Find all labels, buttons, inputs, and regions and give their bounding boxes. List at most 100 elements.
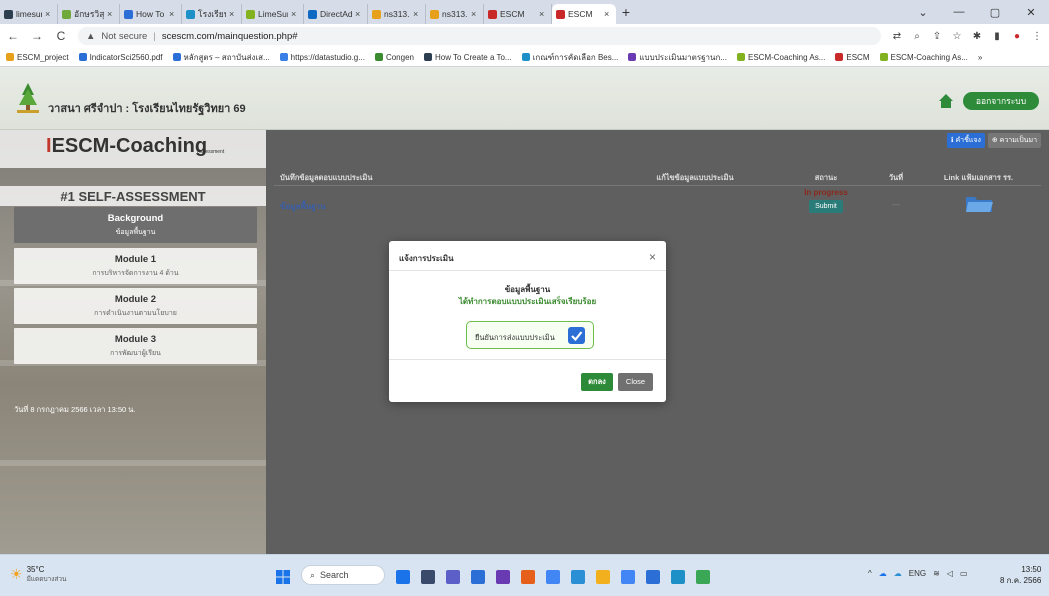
new-tab-button[interactable]: + [616, 4, 636, 20]
browser-tab[interactable]: ns313.path× [368, 4, 426, 24]
bookmark-item[interactable]: ESCM-Coaching As... [737, 51, 825, 64]
tab-close-icon[interactable]: × [539, 9, 547, 19]
tab-close-icon[interactable]: × [604, 9, 612, 19]
taskbar-app-icon[interactable] [421, 569, 435, 584]
extensions-icon[interactable]: ✱ [971, 31, 983, 42]
module-button[interactable]: Module 1 การบริหารจัดการงาน 4 ด้าน [14, 248, 257, 284]
weather-desc: มีแดดบางส่วน [26, 576, 67, 583]
clock[interactable]: 13:50 8 ก.ค. 2566 [1000, 564, 1041, 586]
submit-button[interactable]: Submit [809, 200, 843, 213]
taskbar-app-icon[interactable] [546, 569, 560, 584]
tab-close-icon[interactable]: × [45, 9, 53, 19]
taskbar-search[interactable]: ⌕ Search [301, 565, 385, 585]
background-link[interactable]: ข้อมูลพื้นฐาน [280, 200, 614, 213]
tab-close-icon[interactable]: × [107, 9, 115, 19]
close-window-button[interactable]: ✕ [1013, 6, 1049, 19]
module-button[interactable]: Background ข้อมูลพื้นฐาน [14, 207, 257, 243]
logout-button[interactable]: ออกจากระบบ [963, 92, 1039, 110]
browser-tab[interactable]: limesurvey× [0, 4, 58, 24]
minimize-button[interactable]: — [941, 6, 977, 18]
folder-icon[interactable] [964, 194, 994, 214]
bookmark-item[interactable]: เกณฑ์การคัดเลือก Bes... [521, 51, 618, 64]
language-indicator[interactable]: ENG [909, 569, 926, 578]
user-school-name: วาสนา ศรีจำปา : โรงเรียนไทยรัฐวิทยา 69 [48, 103, 246, 115]
modal-close-icon[interactable]: × [649, 250, 656, 264]
onedrive-icon[interactable]: ☁ [879, 569, 887, 578]
translate-icon[interactable]: ⇄ [891, 31, 903, 42]
tab-close-icon[interactable]: × [229, 9, 237, 19]
weather-widget[interactable]: ☀ 35°C มีแดดบางส่วน [10, 565, 67, 584]
menu-kebab-icon[interactable]: ⋮ [1031, 31, 1043, 42]
bookmark-item[interactable]: https://datastudio.g... [279, 51, 365, 64]
weather-temp: 35°C [26, 565, 45, 574]
bookmark-item[interactable]: หลักสูตร – สถาบันส่งเส... [172, 51, 270, 64]
tab-search-chevron-icon[interactable]: ⌄ [905, 6, 941, 19]
onedrive2-icon[interactable]: ☁ [894, 569, 902, 578]
browser-tab[interactable]: โรงเรียนโสตฯ× [182, 4, 242, 24]
bookmark-item[interactable]: แบบประเมินมาตรฐานก... [628, 51, 727, 64]
bookmark-item[interactable]: ESCM [835, 51, 870, 64]
taskbar-app-icon[interactable] [646, 569, 660, 584]
taskbar-app-icon[interactable] [596, 569, 610, 584]
taskbar-app-icon[interactable] [671, 569, 685, 584]
volume-icon[interactable]: ◁ [947, 569, 953, 578]
taskbar-app-icon[interactable] [496, 569, 510, 584]
close-button[interactable]: Close [618, 373, 653, 391]
brand-subtitle: Assessment [197, 149, 225, 155]
maximize-button[interactable]: ▢ [977, 6, 1013, 19]
tab-close-icon[interactable]: × [471, 9, 479, 19]
ok-button[interactable]: ตกลง [581, 373, 613, 391]
bookmark-list: ESCM_project IndicatorSci2560.pdf หลักสูตร… [6, 51, 968, 64]
bookmark-item[interactable]: ESCM-Coaching As... [879, 51, 968, 64]
taskbar-app-icon[interactable] [696, 569, 710, 584]
browser-tab[interactable]: อักษรวิสุทธิ์× [58, 4, 120, 24]
tab-favicon-icon [62, 9, 71, 19]
sidepanel-icon[interactable]: ▮ [991, 31, 1003, 42]
taskbar-app-icon[interactable] [446, 569, 460, 584]
tray-chevron-icon[interactable]: ^ [868, 569, 872, 578]
url-input[interactable]: ▲ Not secure | scescm.com/mainquestion.p… [78, 27, 881, 45]
bookmark-star-icon[interactable]: ☆ [951, 31, 963, 42]
bookmark-item[interactable]: How To Create a To... [423, 51, 512, 64]
browser-tab[interactable]: DirectAdmi× [304, 4, 368, 24]
bookmark-item[interactable]: IndicatorSci2560.pdf [78, 51, 163, 64]
bookmark-item[interactable]: Congen [374, 51, 414, 64]
confirm-submit-box[interactable]: ยืนยันการส่งแบบประเมิน [466, 321, 594, 349]
browser-tab[interactable]: ns313.path× [426, 4, 484, 24]
windows-start-icon[interactable] [276, 569, 290, 584]
module-button[interactable]: Module 3 การพัฒนาผู้เรียน [14, 328, 257, 364]
browser-tab[interactable]: How To Cre× [120, 4, 182, 24]
taskbar-app-icon[interactable] [621, 569, 635, 584]
site-header: วาสนา ศรีจำปา : โรงเรียนไทยรัฐวิทยา 69 อ… [0, 67, 1049, 130]
share-icon[interactable]: ⇪ [931, 31, 943, 42]
edit-cell [614, 186, 776, 222]
back-arrow-icon[interactable]: ← [6, 29, 20, 43]
tab-close-icon[interactable]: × [291, 9, 299, 19]
tab-label: ESCM [568, 9, 593, 19]
bookmarks-more-icon[interactable]: » [978, 53, 982, 62]
battery-icon[interactable]: ▭ [960, 569, 968, 578]
tab-close-icon[interactable]: × [413, 9, 421, 19]
confirm-checkbox[interactable] [568, 327, 585, 344]
zoom-icon[interactable]: ⌕ [911, 31, 923, 42]
bookmark-item[interactable]: ESCM_project [6, 51, 69, 64]
home-icon[interactable] [938, 93, 954, 109]
forward-arrow-icon[interactable]: → [30, 29, 44, 43]
tab-close-icon[interactable]: × [169, 9, 177, 19]
browser-tab[interactable]: ESCM × [552, 4, 616, 24]
module-button[interactable]: Module 2 การดำเนินงานตามนโยบาย [14, 288, 257, 324]
taskbar-app-icon[interactable] [471, 569, 485, 584]
tab-favicon-icon [186, 9, 195, 19]
profile-icon[interactable]: ● [1011, 31, 1023, 42]
pinned-apps [396, 569, 710, 584]
wifi-icon[interactable]: ≋ [933, 569, 940, 578]
tab-close-icon[interactable]: × [355, 9, 363, 19]
instructions-button[interactable]: ℹ คำชี้แจง [946, 133, 985, 148]
taskbar-app-icon[interactable] [521, 569, 535, 584]
reload-icon[interactable]: C [54, 29, 68, 43]
browser-tab[interactable]: ESCM × [484, 4, 552, 24]
browser-tab[interactable]: LimeSurvey× [242, 4, 304, 24]
background-info-button[interactable]: ⊕ ความเป็นมา [987, 133, 1041, 148]
taskbar-app-icon[interactable] [571, 569, 585, 584]
taskbar-app-icon[interactable] [396, 569, 410, 584]
